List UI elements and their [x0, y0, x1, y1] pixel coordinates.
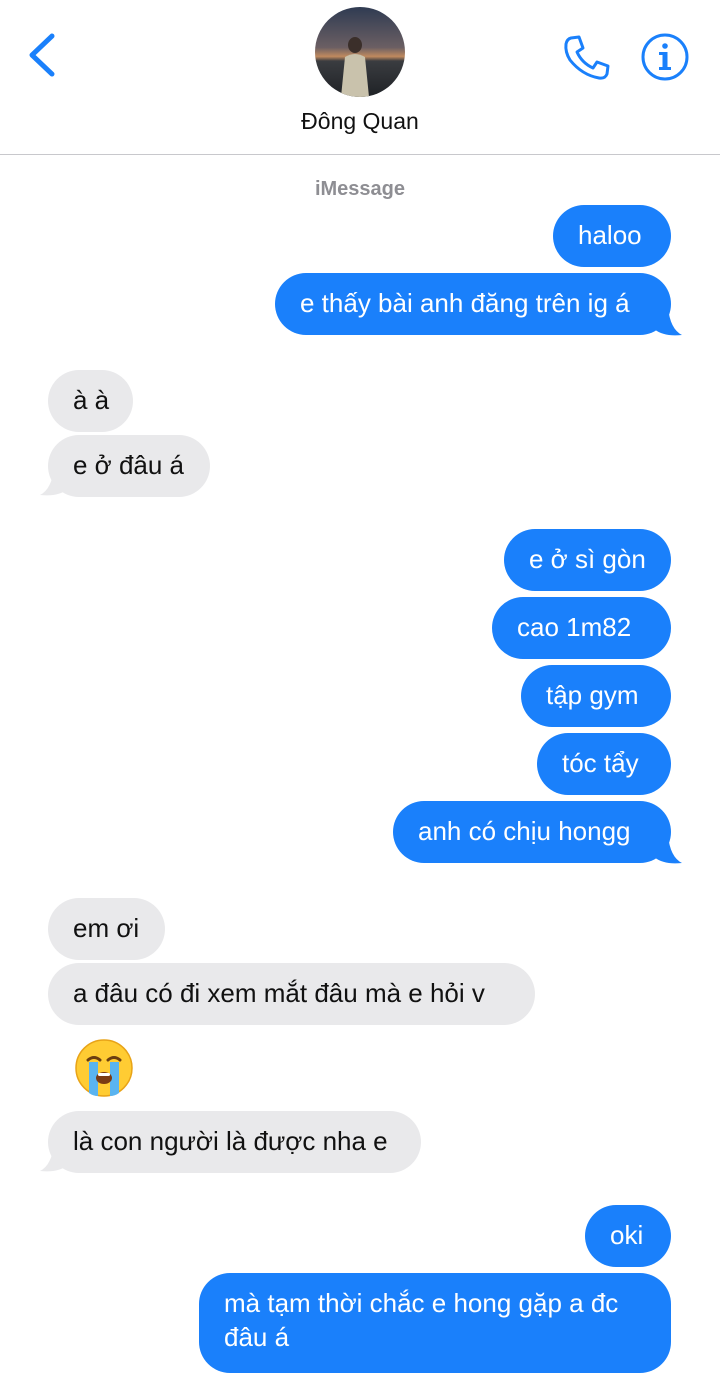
bubble-tail-incoming: [40, 467, 72, 496]
message-bubble-outgoing[interactable]: tập gym: [521, 665, 671, 727]
message-bubble-incoming[interactable]: là con người là được nha e: [48, 1111, 421, 1173]
message-bubble-incoming[interactable]: e ở đâu á: [48, 435, 210, 497]
message-bubble-outgoing[interactable]: anh có chịu hongg: [393, 801, 671, 863]
chevron-left-icon[interactable]: [24, 30, 64, 80]
message-bubble-incoming[interactable]: em ơi: [48, 898, 165, 960]
contact-name[interactable]: Đông Quan: [0, 108, 720, 135]
service-label: iMessage: [314, 178, 406, 200]
message-bubble-outgoing[interactable]: mà tạm thời chắc e hong gặp a đc đâu á: [199, 1273, 671, 1373]
contact-avatar[interactable]: [315, 7, 405, 97]
loudly-crying-face-emoji[interactable]: [74, 1038, 134, 1098]
avatar-photo: [315, 7, 405, 97]
message-bubble-outgoing[interactable]: cao 1m82: [492, 597, 671, 659]
message-bubble-outgoing[interactable]: tóc tẩy: [537, 733, 671, 795]
conversation-header: Đông Quan: [0, 0, 720, 155]
bubble-tail-outgoing: [650, 835, 682, 864]
message-bubble-incoming[interactable]: à à: [48, 370, 133, 432]
message-bubble-incoming[interactable]: a đâu có đi xem mắt đâu mà e hỏi v: [48, 963, 535, 1025]
info-icon[interactable]: [640, 32, 690, 82]
message-bubble-outgoing[interactable]: haloo: [553, 205, 671, 267]
message-bubble-outgoing[interactable]: oki: [585, 1205, 671, 1267]
phone-icon[interactable]: [561, 32, 613, 84]
message-bubble-outgoing[interactable]: e ở sì gòn: [504, 529, 671, 591]
bubble-tail-outgoing: [650, 307, 682, 336]
message-bubble-outgoing[interactable]: e thấy bài anh đăng trên ig á: [275, 273, 671, 335]
bubble-tail-incoming: [40, 1143, 72, 1172]
